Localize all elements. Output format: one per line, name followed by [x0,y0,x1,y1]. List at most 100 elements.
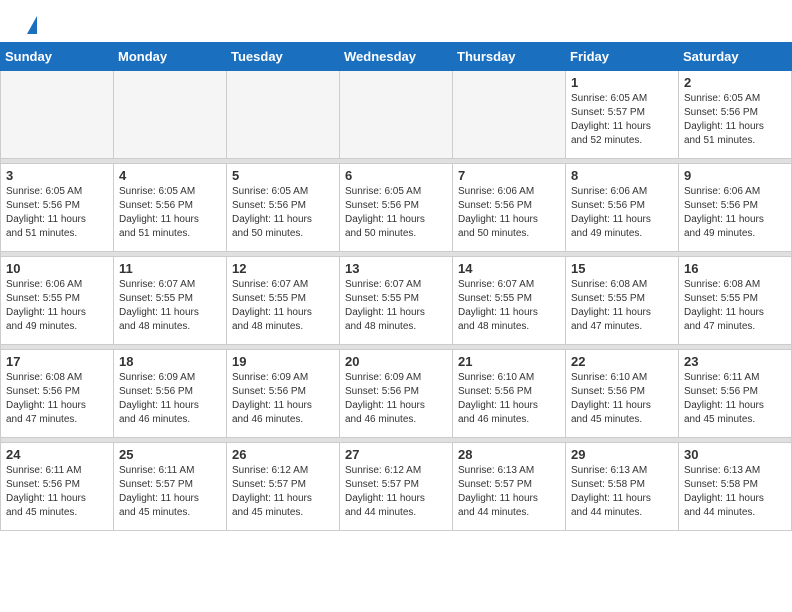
week-row: 1Sunrise: 6:05 AM Sunset: 5:57 PM Daylig… [1,71,792,159]
table-row: 23 Sunrise: 6:11 AM Sunset: 5:56 PM Dayli… [679,350,792,438]
table-row: 2Sunrise: 6:05 AM Sunset: 5:56 PM Daylig… [679,71,792,159]
day-number: 15 [571,261,673,276]
header-friday: Friday [566,43,679,71]
logo-triangle-icon [27,16,37,34]
table-row [1,71,114,159]
day-info: Sunrise: 6:06 AM Sunset: 5:56 PM Dayligh… [684,185,786,241]
day-number: 10 [6,261,108,276]
day-number: 9 [684,168,786,183]
day-number: 28 [458,447,560,462]
day-number: 27 [345,447,447,462]
day-info: Sunrise: 6:05 AM Sunset: 5:57 PM Dayligh… [571,92,673,148]
table-row: 4 Sunrise: 6:05 AM Sunset: 5:56 PM Daylig… [114,164,227,252]
table-row: 21 Sunrise: 6:10 AM Sunset: 5:56 PM Dayli… [453,350,566,438]
day-number: 18 [119,354,221,369]
page-header [0,0,792,42]
day-info: Sunrise: 6:05 AM Sunset: 5:56 PM Dayligh… [119,185,221,241]
day-number: 2 [684,75,786,90]
table-row [340,71,453,159]
day-number: 30 [684,447,786,462]
header-monday: Monday [114,43,227,71]
day-info: Sunrise: 6:07 AM Sunset: 5:55 PM Dayligh… [232,278,334,334]
day-info: Sunrise: 6:09 AM Sunset: 5:56 PM Dayligh… [119,371,221,427]
day-number: 20 [345,354,447,369]
header-thursday: Thursday [453,43,566,71]
day-number: 29 [571,447,673,462]
day-info: Sunrise: 6:10 AM Sunset: 5:56 PM Dayligh… [458,371,560,427]
day-info: Sunrise: 6:06 AM Sunset: 5:55 PM Dayligh… [6,278,108,334]
day-info: Sunrise: 6:11 AM Sunset: 5:56 PM Dayligh… [6,464,108,520]
table-row: 27 Sunrise: 6:12 AM Sunset: 5:57 PM Dayli… [340,443,453,531]
day-number: 5 [232,168,334,183]
table-row: 26Sunrise: 6:12 AM Sunset: 5:57 PM Dayli… [227,443,340,531]
day-number: 21 [458,354,560,369]
day-info: Sunrise: 6:08 AM Sunset: 5:55 PM Dayligh… [571,278,673,334]
table-row: 9 Sunrise: 6:06 AM Sunset: 5:56 PM Daylig… [679,164,792,252]
day-number: 4 [119,168,221,183]
day-info: Sunrise: 6:07 AM Sunset: 5:55 PM Dayligh… [458,278,560,334]
table-row: 1Sunrise: 6:05 AM Sunset: 5:57 PM Daylig… [566,71,679,159]
table-row: 3 Sunrise: 6:05 AM Sunset: 5:56 PM Daylig… [1,164,114,252]
day-number: 13 [345,261,447,276]
day-number: 11 [119,261,221,276]
week-row: 3 Sunrise: 6:05 AM Sunset: 5:56 PM Daylig… [1,164,792,252]
day-number: 17 [6,354,108,369]
header-sunday: Sunday [1,43,114,71]
day-info: Sunrise: 6:13 AM Sunset: 5:57 PM Dayligh… [458,464,560,520]
table-row: 7Sunrise: 6:06 AM Sunset: 5:56 PM Daylig… [453,164,566,252]
table-row: 18 Sunrise: 6:09 AM Sunset: 5:56 PM Dayli… [114,350,227,438]
day-info: Sunrise: 6:11 AM Sunset: 5:57 PM Dayligh… [119,464,221,520]
table-row: 15 Sunrise: 6:08 AM Sunset: 5:55 PM Dayli… [566,257,679,345]
day-number: 6 [345,168,447,183]
day-number: 12 [232,261,334,276]
table-row: 16 Sunrise: 6:08 AM Sunset: 5:55 PM Dayli… [679,257,792,345]
table-row: 12 Sunrise: 6:07 AM Sunset: 5:55 PM Dayli… [227,257,340,345]
day-info: Sunrise: 6:05 AM Sunset: 5:56 PM Dayligh… [232,185,334,241]
day-info: Sunrise: 6:06 AM Sunset: 5:56 PM Dayligh… [458,185,560,241]
week-row: 10 Sunrise: 6:06 AM Sunset: 5:55 PM Dayli… [1,257,792,345]
table-row: 19 Sunrise: 6:09 AM Sunset: 5:56 PM Dayli… [227,350,340,438]
table-row: 24Sunrise: 6:11 AM Sunset: 5:56 PM Dayli… [1,443,114,531]
table-row: 22 Sunrise: 6:10 AM Sunset: 5:56 PM Dayli… [566,350,679,438]
day-info: Sunrise: 6:07 AM Sunset: 5:55 PM Dayligh… [119,278,221,334]
day-number: 16 [684,261,786,276]
table-row: 29 Sunrise: 6:13 AM Sunset: 5:58 PM Dayli… [566,443,679,531]
day-number: 19 [232,354,334,369]
day-info: Sunrise: 6:09 AM Sunset: 5:56 PM Dayligh… [232,371,334,427]
calendar-header-row: SundayMondayTuesdayWednesdayThursdayFrid… [1,43,792,71]
day-info: Sunrise: 6:08 AM Sunset: 5:56 PM Dayligh… [6,371,108,427]
day-info: Sunrise: 6:11 AM Sunset: 5:56 PM Dayligh… [684,371,786,427]
day-number: 8 [571,168,673,183]
table-row: 8 Sunrise: 6:06 AM Sunset: 5:56 PM Daylig… [566,164,679,252]
day-info: Sunrise: 6:08 AM Sunset: 5:55 PM Dayligh… [684,278,786,334]
header-saturday: Saturday [679,43,792,71]
logo [24,18,37,34]
calendar-table: SundayMondayTuesdayWednesdayThursdayFrid… [0,42,792,531]
table-row: 30 Sunrise: 6:13 AM Sunset: 5:58 PM Dayli… [679,443,792,531]
day-info: Sunrise: 6:06 AM Sunset: 5:56 PM Dayligh… [571,185,673,241]
table-row: 10 Sunrise: 6:06 AM Sunset: 5:55 PM Dayli… [1,257,114,345]
day-info: Sunrise: 6:12 AM Sunset: 5:57 PM Dayligh… [345,464,447,520]
table-row: 20 Sunrise: 6:09 AM Sunset: 5:56 PM Dayli… [340,350,453,438]
table-row [227,71,340,159]
table-row: 13Sunrise: 6:07 AM Sunset: 5:55 PM Dayli… [340,257,453,345]
table-row: 25Sunrise: 6:11 AM Sunset: 5:57 PM Dayli… [114,443,227,531]
table-row [114,71,227,159]
table-row [453,71,566,159]
day-info: Sunrise: 6:05 AM Sunset: 5:56 PM Dayligh… [6,185,108,241]
header-wednesday: Wednesday [340,43,453,71]
table-row: 11 Sunrise: 6:07 AM Sunset: 5:55 PM Dayli… [114,257,227,345]
table-row: 28 Sunrise: 6:13 AM Sunset: 5:57 PM Dayli… [453,443,566,531]
table-row: 6 Sunrise: 6:05 AM Sunset: 5:56 PM Daylig… [340,164,453,252]
day-number: 22 [571,354,673,369]
day-info: Sunrise: 6:10 AM Sunset: 5:56 PM Dayligh… [571,371,673,427]
day-number: 23 [684,354,786,369]
day-number: 26 [232,447,334,462]
day-info: Sunrise: 6:05 AM Sunset: 5:56 PM Dayligh… [345,185,447,241]
day-number: 3 [6,168,108,183]
table-row: 5 Sunrise: 6:05 AM Sunset: 5:56 PM Daylig… [227,164,340,252]
day-info: Sunrise: 6:09 AM Sunset: 5:56 PM Dayligh… [345,371,447,427]
day-info: Sunrise: 6:13 AM Sunset: 5:58 PM Dayligh… [684,464,786,520]
day-info: Sunrise: 6:13 AM Sunset: 5:58 PM Dayligh… [571,464,673,520]
week-row: 24Sunrise: 6:11 AM Sunset: 5:56 PM Dayli… [1,443,792,531]
